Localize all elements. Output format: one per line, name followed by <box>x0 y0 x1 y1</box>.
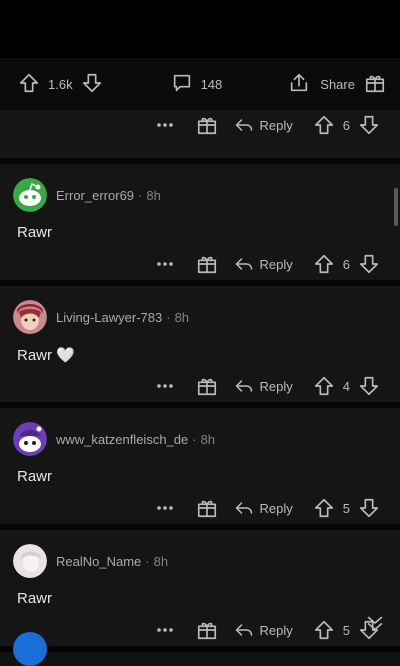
comment-item: www_katzenfleisch_de · 8h Rawr Reply 5 <box>0 408 400 530</box>
collapse-chevron-icon[interactable] <box>364 612 386 639</box>
separator-dot: · <box>145 553 150 569</box>
downvote-icon[interactable] <box>358 114 380 136</box>
comment-actions: Reply 6 <box>0 248 400 280</box>
upvote-icon[interactable] <box>313 114 335 136</box>
anime-avatar[interactable] <box>13 300 47 334</box>
award-gift-icon <box>364 72 386 97</box>
comment-actions: Reply 5 <box>0 614 400 646</box>
comment-count: 148 <box>200 76 223 92</box>
comment-item: Living-Lawyer-783 · 8h Rawr 🤍 Reply 4 <box>0 286 400 408</box>
reply-button[interactable]: Reply <box>234 376 293 396</box>
comment-score: 5 <box>342 500 350 516</box>
comments-button[interactable]: 148 <box>163 72 223 97</box>
reply-button[interactable]: Reply <box>234 115 293 135</box>
reply-label: Reply <box>259 622 293 638</box>
comment-actions: Reply 5 <box>0 492 400 524</box>
comment-time: 8h <box>153 553 169 569</box>
post-vote-group: 1.6k <box>14 72 103 97</box>
comment-body: Rawr <box>17 590 53 607</box>
share-button[interactable]: Share <box>278 72 355 97</box>
upvote-icon[interactable] <box>313 253 335 275</box>
reply-arrow-icon <box>235 502 252 514</box>
downvote-icon[interactable] <box>358 497 380 519</box>
comment-score: 6 <box>342 256 350 272</box>
award-gift-icon[interactable] <box>196 619 218 641</box>
downvote-icon[interactable] <box>81 72 103 97</box>
upvote-icon[interactable] <box>313 497 335 519</box>
comment-body: Rawr <box>17 224 53 241</box>
comment-item: Error_error69 · 8h Rawr Reply 6 <box>0 164 400 286</box>
next-comment-avatar[interactable] <box>13 632 47 666</box>
reply-button[interactable]: Reply <box>234 254 293 274</box>
comment-item: RealNo_Name · 8h Rawr Reply 5 <box>0 530 400 652</box>
comment-header: Living-Lawyer-783 · 8h <box>0 286 400 334</box>
reply-label: Reply <box>259 500 293 516</box>
scrollbar-thumb[interactable] <box>394 188 398 226</box>
award-gift-icon[interactable] <box>196 375 218 397</box>
reply-arrow-icon <box>235 380 252 392</box>
post-score: 1.6k <box>48 76 73 92</box>
upvote-icon[interactable] <box>18 72 40 97</box>
comment-bubble-icon <box>171 72 193 97</box>
purple-snoo-avatar[interactable] <box>13 422 47 456</box>
comment-header: RealNo_Name · 8h <box>0 530 400 578</box>
comment-body: Rawr 🤍 <box>17 347 75 364</box>
comment-time: 8h <box>174 309 190 325</box>
comment-feed: Reply 6 Error_error69 · 8h Rawr Reply 6 … <box>0 110 400 666</box>
comment-score: 6 <box>342 117 350 133</box>
comment-username[interactable]: www_katzenfleisch_de <box>56 432 188 447</box>
reply-arrow-icon <box>235 624 252 636</box>
comment-header: www_katzenfleisch_de · 8h <box>0 408 400 456</box>
upvote-icon[interactable] <box>313 375 335 397</box>
award-gift-icon[interactable] <box>196 497 218 519</box>
share-icon <box>288 72 310 97</box>
reply-label: Reply <box>259 117 293 133</box>
top-black-band <box>0 0 400 58</box>
upvote-icon[interactable] <box>313 619 335 641</box>
award-gift-icon[interactable] <box>196 114 218 136</box>
more-options-icon[interactable] <box>156 261 174 267</box>
comment-username[interactable]: Error_error69 <box>56 188 134 203</box>
separator-dot: · <box>192 431 197 447</box>
comment-actions: Reply 4 <box>0 370 400 402</box>
comment-score: 4 <box>342 378 350 394</box>
comment-time: 8h <box>200 431 216 447</box>
white-avatar[interactable] <box>13 544 47 578</box>
comment-score: 5 <box>342 622 350 638</box>
reply-label: Reply <box>259 256 293 272</box>
award-gift-icon[interactable] <box>196 253 218 275</box>
more-options-icon[interactable] <box>156 627 174 633</box>
award-button[interactable] <box>364 72 386 97</box>
more-options-icon[interactable] <box>156 383 174 389</box>
comment-body: Rawr <box>17 468 53 485</box>
comment-username[interactable]: RealNo_Name <box>56 554 141 569</box>
reply-arrow-icon <box>235 258 252 270</box>
separator-dot: · <box>138 187 143 203</box>
reply-button[interactable]: Reply <box>234 620 293 640</box>
downvote-icon[interactable] <box>358 375 380 397</box>
reply-label: Reply <box>259 378 293 394</box>
green-robot-avatar[interactable] <box>13 178 47 212</box>
reply-button[interactable]: Reply <box>234 498 293 518</box>
more-options-icon[interactable] <box>156 122 174 128</box>
share-label: Share <box>320 76 355 92</box>
previous-comment-footer: Reply 6 <box>0 110 400 164</box>
comment-username[interactable]: Living-Lawyer-783 <box>56 310 162 325</box>
comment-header: Error_error69 · 8h <box>0 164 400 212</box>
comment-actions: Reply 6 <box>0 110 400 140</box>
downvote-icon[interactable] <box>358 253 380 275</box>
separator-dot: · <box>166 309 171 325</box>
reply-arrow-icon <box>235 119 252 131</box>
comment-time: 8h <box>146 187 161 203</box>
more-options-icon[interactable] <box>156 505 174 511</box>
post-action-bar: 1.6k 148 Share <box>0 58 400 110</box>
